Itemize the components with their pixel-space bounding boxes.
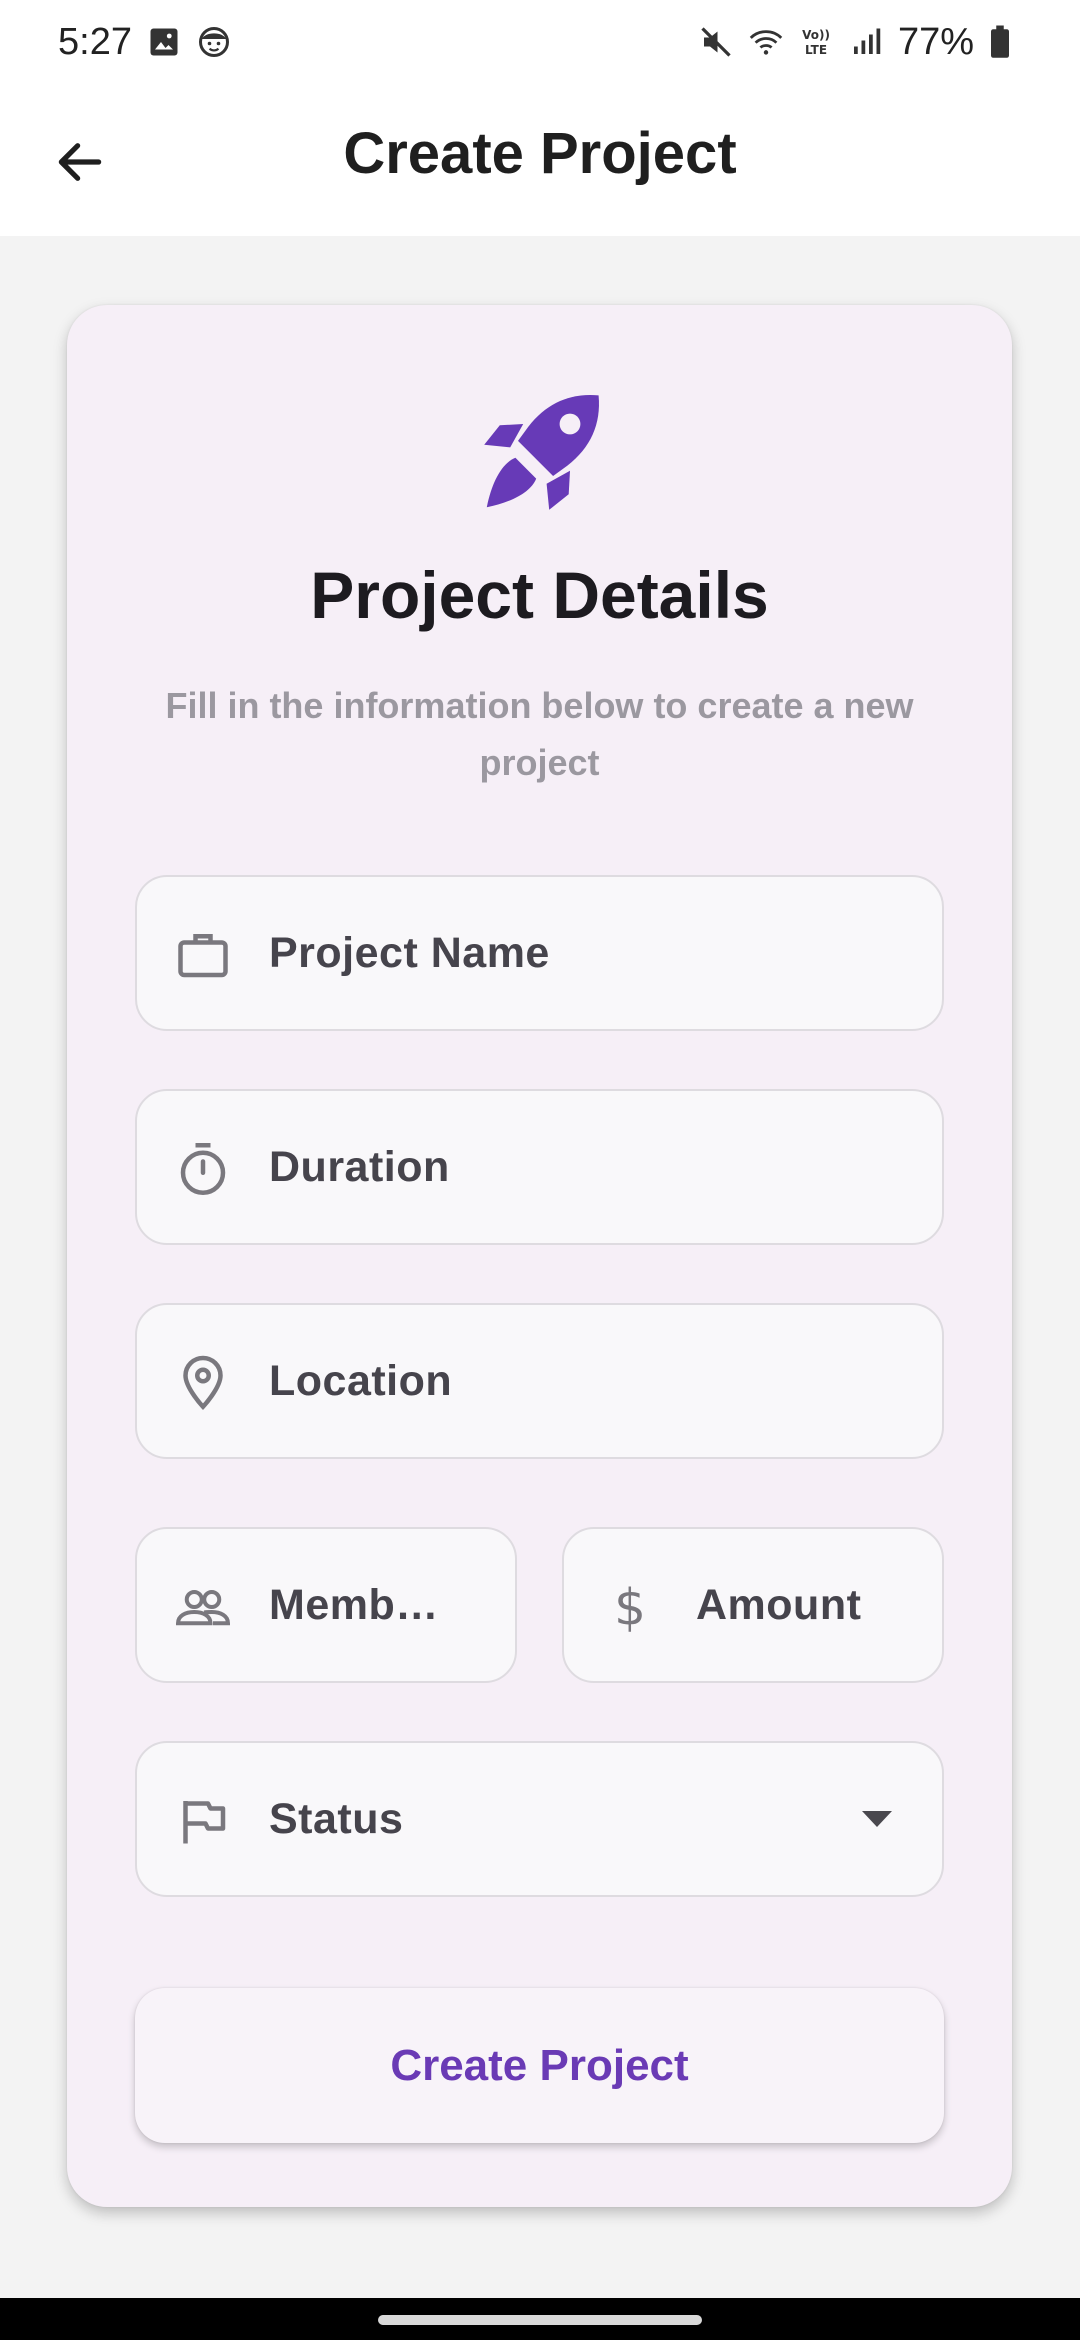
briefcase-icon	[173, 925, 233, 985]
members-label: Memb…	[269, 1581, 439, 1629]
members-field[interactable]: Memb…	[135, 1527, 517, 1683]
mute-icon	[698, 24, 734, 60]
people-icon	[173, 1577, 233, 1637]
flag-icon	[173, 1791, 233, 1851]
svg-text:Vo)): Vo))	[802, 28, 830, 42]
project-name-field[interactable]: Project Name	[135, 875, 944, 1031]
system-nav-bar	[0, 2298, 1080, 2340]
location-field[interactable]: Location	[135, 1303, 944, 1459]
home-handle[interactable]	[378, 2315, 702, 2325]
volte-icon: Vo)) LTE	[798, 24, 834, 60]
timer-icon	[173, 1139, 233, 1199]
card-subtitle: Fill in the information below to create …	[165, 685, 914, 783]
status-bar: 5:27 Vo)) LTE 77%	[0, 0, 1080, 84]
project-name-label: Project Name	[269, 929, 550, 977]
amount-field[interactable]: $ Amount	[562, 1527, 944, 1683]
battery-icon	[988, 24, 1024, 60]
wifi-icon	[748, 24, 784, 60]
battery-percent: 77%	[897, 20, 974, 63]
status-dropdown[interactable]: Status	[135, 1741, 944, 1897]
svg-text:LTE: LTE	[805, 43, 827, 57]
dropdown-arrow-icon[interactable]	[860, 1809, 894, 1829]
duration-field[interactable]: Duration	[135, 1089, 944, 1245]
status-label: Status	[269, 1795, 404, 1843]
page-title: Create Project	[343, 121, 737, 186]
dollar-icon: $	[600, 1577, 660, 1637]
card-title: Project Details	[310, 558, 769, 632]
amount-label: Amount	[696, 1581, 862, 1629]
gallery-icon	[146, 24, 182, 60]
face-icon	[196, 24, 232, 60]
duration-label: Duration	[269, 1143, 450, 1191]
signal-icon	[848, 24, 884, 60]
status-time: 5:27	[58, 20, 132, 63]
app-bar: Create Project	[0, 84, 1080, 236]
location-label: Location	[269, 1357, 453, 1405]
project-details-card: Project Details Fill in the information …	[67, 305, 1012, 2207]
create-project-button[interactable]: Create Project	[135, 1988, 944, 2143]
location-pin-icon	[173, 1353, 233, 1413]
svg-text:$: $	[614, 1579, 646, 1637]
rocket-icon	[479, 385, 609, 515]
